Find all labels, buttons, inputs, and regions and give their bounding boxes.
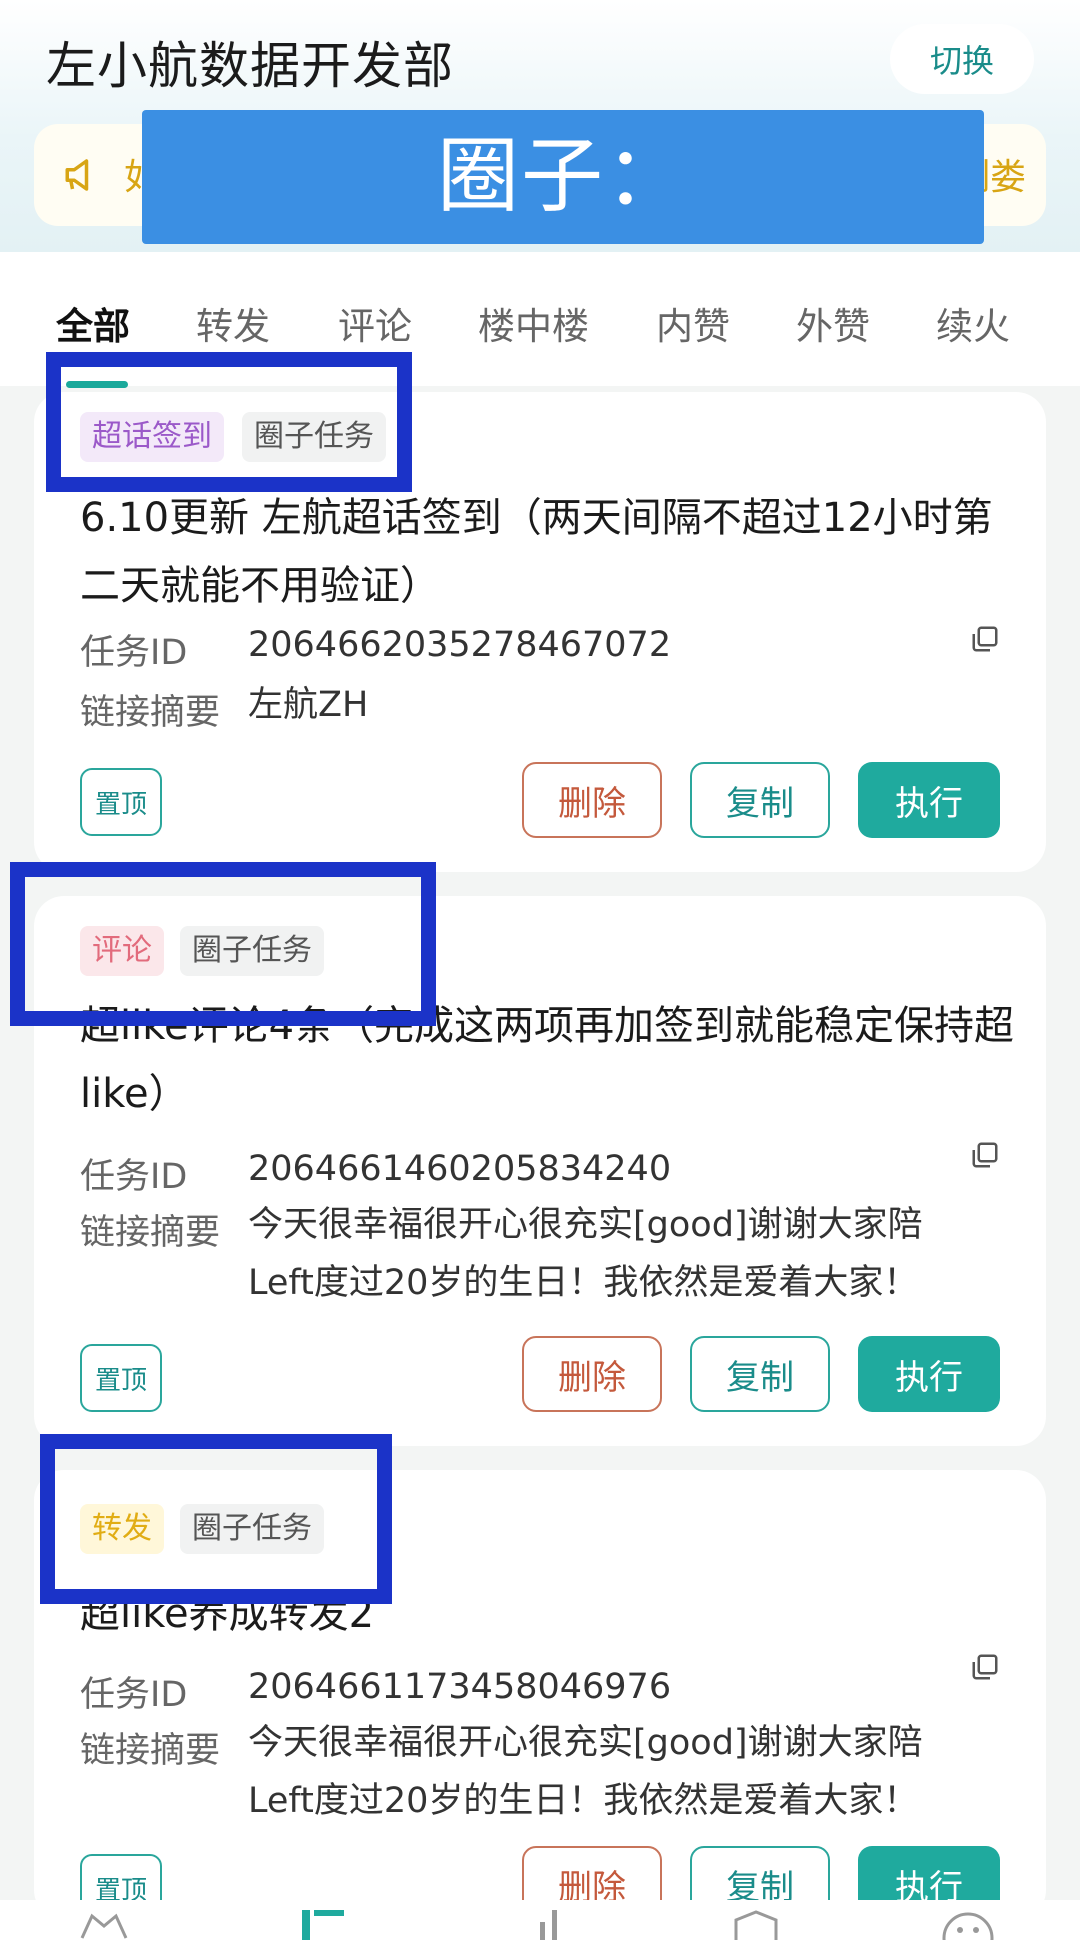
page-title: 左小航数据开发部 <box>46 37 454 95</box>
link-summary-value: 今天很幸福很开心很充实[good]谢谢大家陪Left度过20岁的生日！我依然是爱… <box>248 1723 923 1821</box>
link-summary-value: 左航ZH <box>248 685 369 725</box>
copy-button[interactable]: 复制 <box>690 762 830 838</box>
task-list-icon[interactable] <box>300 1908 352 1940</box>
home-icon[interactable] <box>78 1908 130 1940</box>
pin-button[interactable]: 置顶 <box>80 1344 162 1412</box>
circle-id-banner: 圈子：【ZH20060522】 <box>142 110 984 358</box>
link-summary-label: 链接摘要 <box>80 693 221 733</box>
execute-button[interactable]: 执行 <box>858 1336 1000 1412</box>
delete-button[interactable]: 删除 <box>522 762 662 838</box>
link-summary-label: 链接摘要 <box>80 1731 221 1771</box>
task-id-value: 2064661460205834240 <box>248 1149 672 1189</box>
execute-button[interactable]: 执行 <box>858 762 1000 838</box>
pin-button[interactable]: 置顶 <box>80 768 162 836</box>
task-id-value: 2064661173458046976 <box>248 1667 672 1707</box>
copy-icon[interactable] <box>970 1140 1000 1170</box>
task-title: 6.10更新 左航超话签到（两天间隔不超过12小时第二天就能不用验证） <box>80 495 993 609</box>
delete-button[interactable]: 删除 <box>522 1336 662 1412</box>
header: 左小航数据开发部 切换 如 制娄 圈子：【ZH20060522】 <box>0 0 1080 358</box>
tab-inner-like[interactable]: 内赞 <box>656 296 730 350</box>
copy-icon[interactable] <box>970 624 1000 654</box>
tab-repost[interactable]: 转发 <box>196 296 270 350</box>
bottom-navigation <box>0 1900 1080 1940</box>
annotation-box <box>10 862 436 1026</box>
task-id-label: 任务ID <box>80 1675 188 1715</box>
profile-icon[interactable] <box>942 1908 994 1940</box>
task-id-label: 任务ID <box>80 633 188 673</box>
copy-button[interactable]: 复制 <box>690 1336 830 1412</box>
megaphone-icon <box>65 159 89 191</box>
annotation-box <box>40 1434 392 1604</box>
tab-outer-like[interactable]: 外赞 <box>796 296 870 350</box>
gift-icon[interactable] <box>730 1908 782 1940</box>
tab-streak[interactable]: 续火 <box>936 296 1010 350</box>
task-id-value: 2064662035278467072 <box>248 625 672 665</box>
annotation-box <box>46 352 412 492</box>
task-id-label: 任务ID <box>80 1157 188 1197</box>
stats-icon[interactable] <box>526 1908 578 1940</box>
copy-icon[interactable] <box>970 1652 1000 1682</box>
switch-button[interactable]: 切换 <box>890 24 1034 94</box>
tab-all[interactable]: 全部 <box>56 296 130 350</box>
tab-comment[interactable]: 评论 <box>338 296 412 350</box>
tab-nested-comment[interactable]: 楼中楼 <box>478 296 589 350</box>
link-summary-label: 链接摘要 <box>80 1213 221 1253</box>
link-summary-value: 今天很幸福很开心很充实[good]谢谢大家陪Left度过20岁的生日！我依然是爱… <box>248 1205 923 1303</box>
